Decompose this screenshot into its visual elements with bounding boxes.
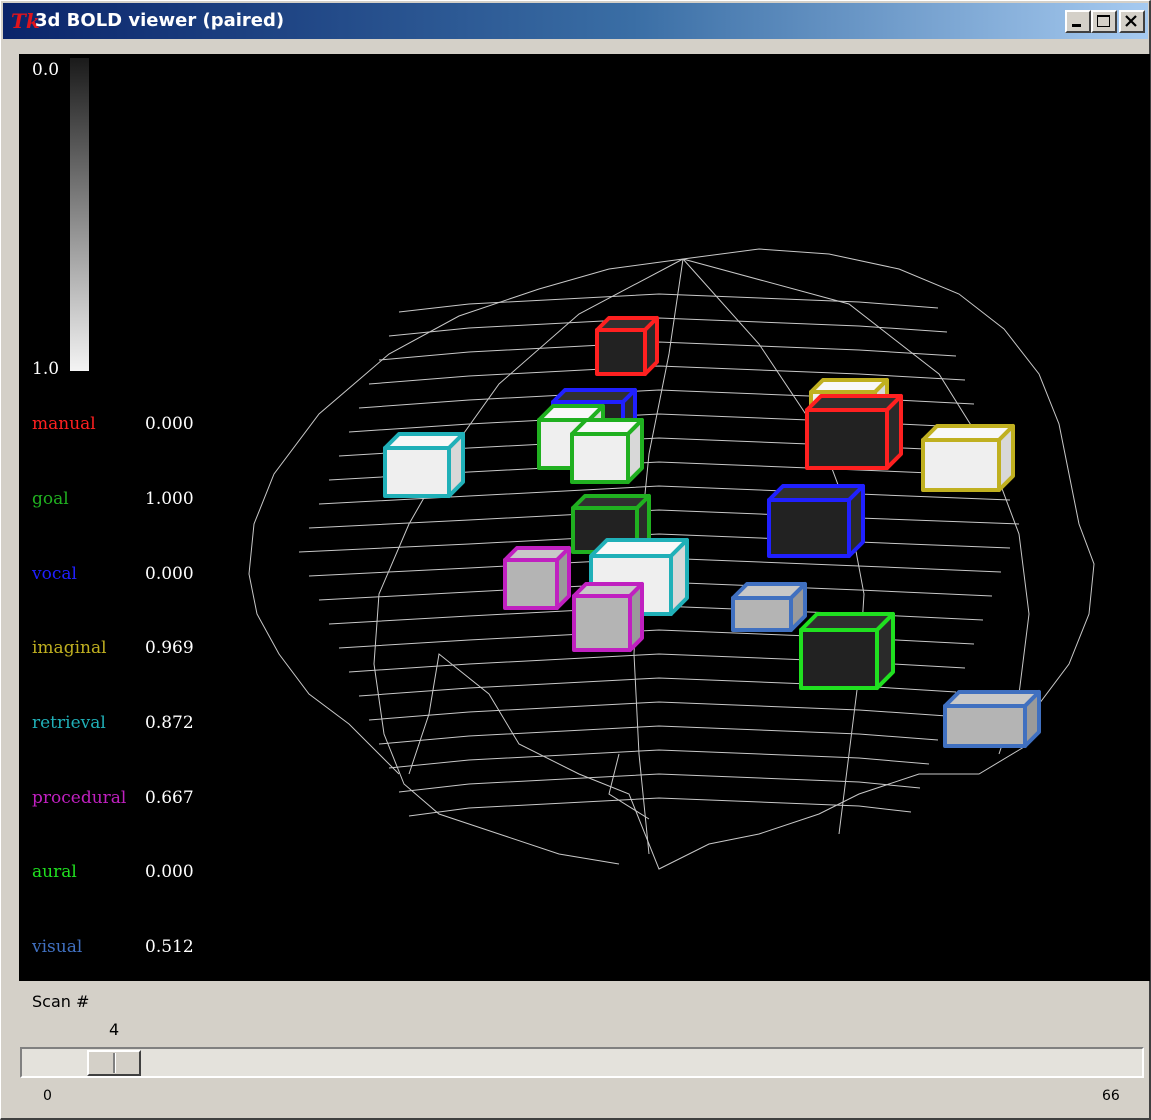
region-cube-manual-2 bbox=[805, 394, 903, 470]
close-button[interactable] bbox=[1119, 10, 1145, 33]
legend-value-vocal: 0.000 bbox=[145, 564, 194, 584]
scan-value: 4 bbox=[109, 1020, 120, 1039]
region-cube-retrieval-1 bbox=[383, 432, 465, 498]
scan-slider-thumb[interactable] bbox=[87, 1050, 141, 1076]
legend-name-procedural: procedural bbox=[32, 788, 126, 808]
legend-value-retrieval: 0.872 bbox=[145, 713, 194, 733]
legend-value-visual: 0.512 bbox=[145, 937, 194, 957]
intensity-scale-bar bbox=[70, 58, 89, 371]
brain-3d-viewport[interactable]: 0.0 1.0 manual 0.000 goal 1.000 vocal 0.… bbox=[19, 54, 1150, 981]
scale-bottom-label: 1.0 bbox=[32, 359, 59, 379]
close-icon bbox=[1125, 15, 1137, 27]
region-cube-manual-1 bbox=[595, 316, 659, 376]
bold-viewer-window: Tk 3d BOLD viewer (paired) 0.0 1.0 manua… bbox=[0, 0, 1151, 1120]
region-cube-visual-1 bbox=[731, 582, 807, 632]
region-cube-procedural-2 bbox=[572, 582, 644, 652]
scan-slider[interactable] bbox=[20, 1047, 1144, 1078]
legend-value-imaginal: 0.969 bbox=[145, 638, 194, 658]
region-cube-aural-1 bbox=[799, 612, 895, 690]
legend-name-vocal: vocal bbox=[31, 564, 77, 584]
legend-value-procedural: 0.667 bbox=[145, 788, 194, 808]
title-bar[interactable]: Tk 3d BOLD viewer (paired) bbox=[3, 3, 1148, 39]
minimize-button[interactable] bbox=[1065, 10, 1091, 33]
minimize-icon bbox=[1072, 24, 1081, 27]
module-legend: manual 0.000 goal 1.000 vocal 0.000 imag… bbox=[31, 414, 194, 957]
region-cube-imaginal-2 bbox=[921, 424, 1015, 492]
slider-thumb-grip bbox=[113, 1053, 116, 1073]
region-cube-visual-2 bbox=[943, 690, 1041, 748]
maximize-icon bbox=[1097, 15, 1110, 27]
legend-value-manual: 0.000 bbox=[145, 414, 194, 434]
scan-max-label: 66 bbox=[1102, 1088, 1120, 1104]
legend-name-visual: visual bbox=[31, 937, 82, 957]
legend-value-aural: 0.000 bbox=[145, 862, 194, 882]
legend-value-goal: 1.000 bbox=[145, 489, 194, 509]
legend-name-imaginal: imaginal bbox=[32, 638, 107, 658]
scan-min-label: 0 bbox=[43, 1088, 52, 1104]
scale-top-label: 0.0 bbox=[32, 60, 59, 80]
region-cube-vocal-2 bbox=[767, 484, 865, 558]
window-title: 3d BOLD viewer (paired) bbox=[35, 10, 285, 31]
scan-label: Scan # bbox=[32, 992, 90, 1011]
legend-name-manual: manual bbox=[32, 414, 96, 434]
region-cube-procedural-1 bbox=[503, 546, 571, 610]
legend-name-aural: aural bbox=[32, 862, 77, 882]
maximize-button[interactable] bbox=[1091, 10, 1117, 33]
legend-name-goal: goal bbox=[32, 489, 69, 509]
region-cube-goal-2 bbox=[570, 418, 644, 484]
module-regions bbox=[383, 316, 1041, 748]
legend-name-retrieval: retrieval bbox=[32, 713, 106, 733]
